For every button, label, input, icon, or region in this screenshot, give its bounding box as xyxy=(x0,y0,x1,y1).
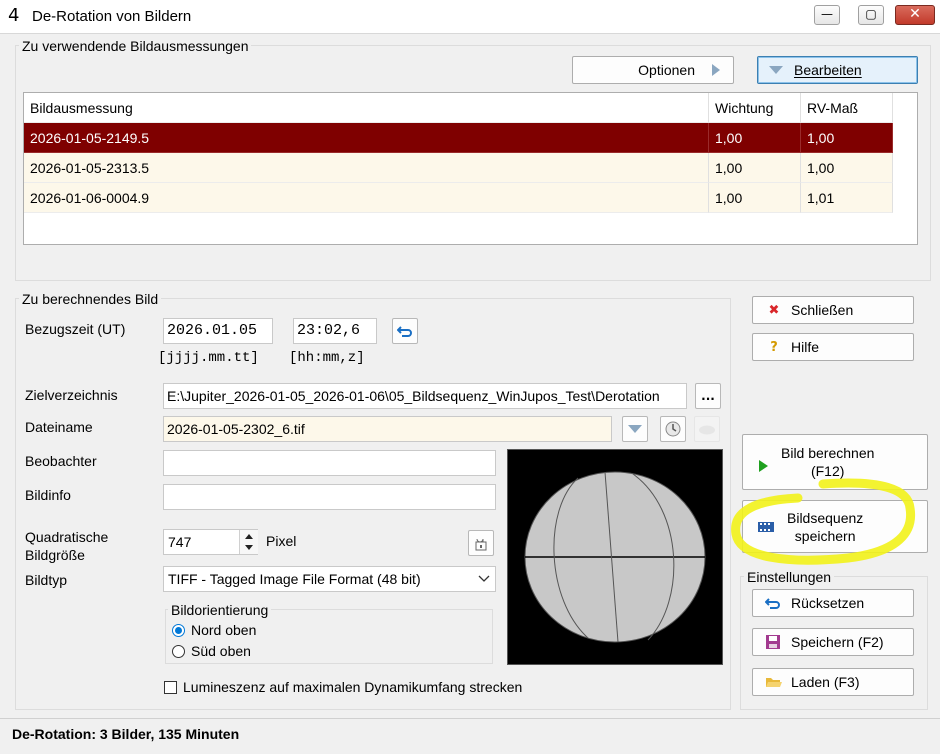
browse-button[interactable]: ... xyxy=(695,383,721,409)
cell-rv: 1,00 xyxy=(801,153,893,183)
help-icon: ? xyxy=(770,339,778,355)
spinner-down-icon xyxy=(245,545,253,550)
clock-icon xyxy=(665,421,681,437)
help-label: Hilfe xyxy=(791,339,820,355)
cell-rv: 1,01 xyxy=(801,183,893,213)
luminescence-label: Lumineszenz auf maximalen Dynamikumfang … xyxy=(183,679,523,695)
cell-measurement: 2026-01-05-2149.5 xyxy=(24,123,709,153)
measurements-group-label: Zu verwendende Bildausmessungen xyxy=(19,38,252,54)
observer-label: Beobachter xyxy=(25,453,97,469)
clock-button[interactable] xyxy=(660,416,686,442)
south-radio[interactable] xyxy=(172,644,185,658)
table-header: Bildausmessung Wichtung RV-Maß xyxy=(24,93,893,123)
load-settings-button[interactable]: Laden (F3) xyxy=(752,668,914,696)
size-label-line2: Bildgröße xyxy=(25,547,85,563)
minimize-icon: — xyxy=(821,7,833,21)
save-disk-icon xyxy=(766,635,780,649)
close-x-icon: ✖ xyxy=(768,302,780,318)
south-radio-option[interactable]: Süd oben xyxy=(172,643,251,659)
cloud-icon xyxy=(699,425,715,435)
filename-input[interactable]: 2026-01-05-2302_6.tif xyxy=(163,416,612,442)
filename-dropdown-button[interactable] xyxy=(622,416,648,442)
settings-group-label: Einstellungen xyxy=(744,569,835,585)
luminescence-option[interactable]: Lumineszenz auf maximalen Dynamikumfang … xyxy=(164,679,522,695)
options-label: Optionen xyxy=(638,62,695,78)
spinner-up-icon xyxy=(245,534,253,539)
north-radio-label: Nord oben xyxy=(191,622,257,638)
unlock-icon xyxy=(475,538,487,551)
orientation-group-label: Bildorientierung xyxy=(168,602,272,618)
size-label-line1: Quadratische xyxy=(25,529,109,545)
cell-measurement: 2026-01-06-0004.9 xyxy=(24,183,709,213)
time-input[interactable]: 23:02,6 xyxy=(293,318,377,344)
save-settings-button[interactable]: Speichern (F2) xyxy=(752,628,914,656)
app-icon: 4 xyxy=(8,5,20,26)
edit-button[interactable]: Bearbeiten xyxy=(757,56,918,84)
info-input[interactable] xyxy=(163,484,496,510)
maximize-icon: ▢ xyxy=(865,7,877,21)
close-label: Schließen xyxy=(791,302,854,318)
save-settings-label: Speichern (F2) xyxy=(791,634,884,650)
column-header-rv[interactable]: RV-Maß xyxy=(801,93,893,123)
cell-rv: 1,00 xyxy=(801,123,893,153)
close-window-button[interactable]: ✕ xyxy=(895,5,935,25)
south-radio-label: Süd oben xyxy=(191,643,251,659)
reset-time-button[interactable] xyxy=(392,318,418,344)
size-unit: Pixel xyxy=(266,533,297,549)
cell-weight: 1,00 xyxy=(709,153,801,183)
image-group-label: Zu berechnendes Bild xyxy=(19,291,162,307)
date-format-hint: [jjjj.mm.tt] xyxy=(158,350,259,366)
cloud-button[interactable] xyxy=(694,416,720,442)
planet-preview xyxy=(524,471,706,643)
close-button[interactable]: ✖ Schließen xyxy=(752,296,914,324)
undo-icon xyxy=(765,598,780,609)
lock-button[interactable] xyxy=(468,530,494,556)
window-title: De-Rotation von Bildern xyxy=(32,8,192,25)
time-format-hint: [hh:mm,z] xyxy=(289,350,365,366)
reset-button[interactable]: Rücksetzen xyxy=(752,589,914,617)
close-icon: ✕ xyxy=(909,6,921,22)
north-radio[interactable] xyxy=(172,623,185,637)
reset-label: Rücksetzen xyxy=(791,595,865,611)
size-spinner[interactable] xyxy=(239,530,258,554)
triangle-down-icon xyxy=(628,425,642,433)
observer-input[interactable] xyxy=(163,450,496,476)
chevron-down-icon xyxy=(478,575,490,582)
column-header-weight[interactable]: Wichtung xyxy=(709,93,801,123)
edit-label: Bearbeiten xyxy=(794,62,862,78)
cell-weight: 1,00 xyxy=(709,183,801,213)
north-radio-option[interactable]: Nord oben xyxy=(172,622,256,638)
table-row[interactable]: 2026-01-05-2313.5 1,00 1,00 xyxy=(24,153,893,183)
target-dir-label: Zielverzeichnis xyxy=(25,387,118,403)
triangle-down-icon xyxy=(769,66,783,74)
folder-open-icon xyxy=(766,678,782,687)
maximize-button[interactable]: ▢ xyxy=(858,5,884,25)
filename-label: Dateiname xyxy=(25,419,93,435)
cell-measurement: 2026-01-05-2313.5 xyxy=(24,153,709,183)
type-select-value: TIFF - Tagged Image File Format (48 bit) xyxy=(168,571,421,587)
info-label: Bildinfo xyxy=(25,487,71,503)
target-dir-input[interactable]: E:\Jupiter_2026-01-05_2026-01-06\05_Bild… xyxy=(163,383,687,409)
image-preview xyxy=(507,449,723,665)
measurements-table[interactable]: Bildausmessung Wichtung RV-Maß 2026-01-0… xyxy=(23,92,918,245)
column-header-measurement[interactable]: Bildausmessung xyxy=(24,93,709,123)
undo-icon xyxy=(397,326,412,337)
cell-weight: 1,00 xyxy=(709,123,801,153)
compute-label-line1: Bild berechnen xyxy=(781,445,875,461)
table-row[interactable]: 2026-01-06-0004.9 1,00 1,01 xyxy=(24,183,893,213)
options-button[interactable]: Optionen xyxy=(572,56,734,84)
date-input[interactable]: 2026.01.05 xyxy=(163,318,273,344)
type-select[interactable]: TIFF - Tagged Image File Format (48 bit) xyxy=(163,566,496,592)
type-label: Bildtyp xyxy=(25,572,68,588)
triangle-right-icon xyxy=(712,64,720,76)
table-row[interactable]: 2026-01-05-2149.5 1,00 1,00 xyxy=(24,123,893,153)
luminescence-checkbox[interactable] xyxy=(164,680,177,694)
ref-time-label: Bezugszeit (UT) xyxy=(25,321,126,337)
minimize-button[interactable]: — xyxy=(814,5,840,25)
help-button[interactable]: ? Hilfe xyxy=(752,333,914,361)
status-text: De-Rotation: 3 Bilder, 135 Minuten xyxy=(12,726,240,742)
load-settings-label: Laden (F3) xyxy=(791,674,860,690)
